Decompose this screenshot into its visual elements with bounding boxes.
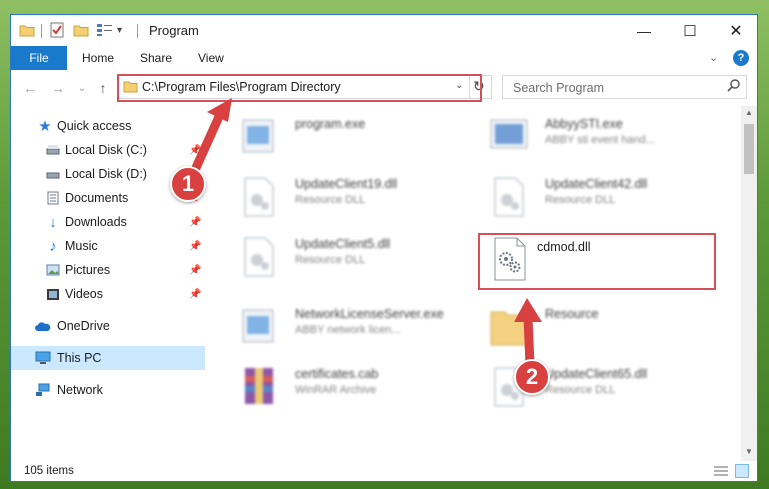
step-1-badge: 1 <box>170 166 206 202</box>
annotation-arrows <box>190 98 542 370</box>
step-2-badge: 2 <box>514 359 550 395</box>
